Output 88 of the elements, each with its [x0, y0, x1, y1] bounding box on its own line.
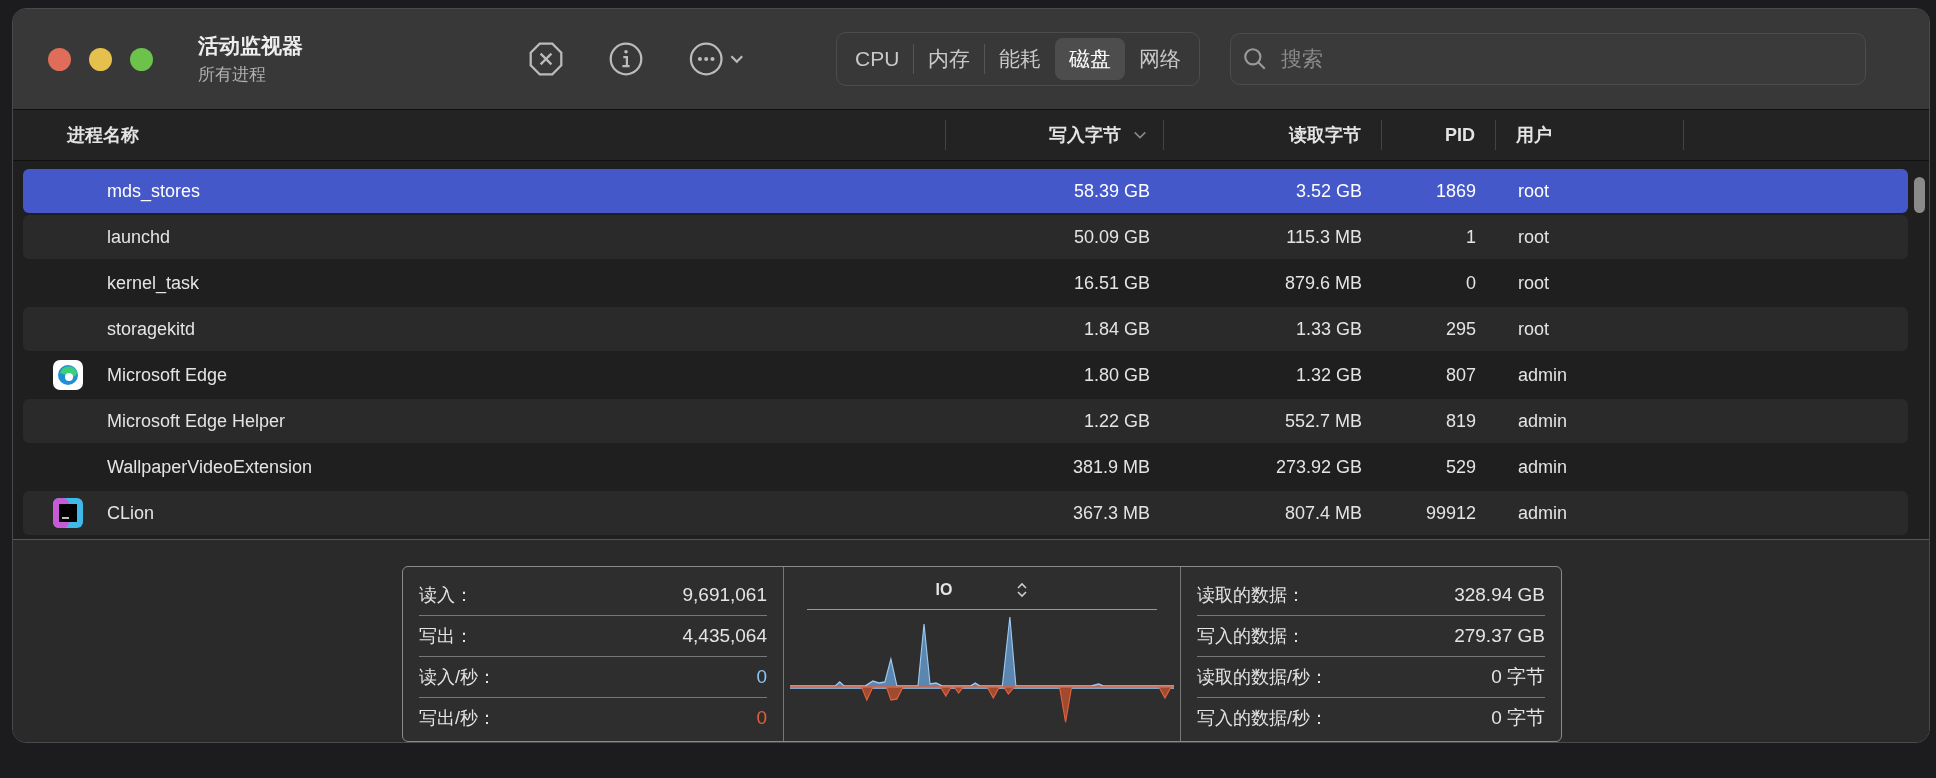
chart-title[interactable]: IO: [935, 581, 953, 599]
process-row[interactable]: storagekitd 1.84 GB 1.33 GB 295 root: [23, 307, 1908, 351]
up-down-chevron-icon[interactable]: [1016, 581, 1029, 599]
window-title: 活动监视器: [198, 33, 304, 59]
minimize-button[interactable]: [89, 47, 112, 71]
table-cell: 367.3 MB: [1072, 502, 1150, 524]
process-row[interactable]: WallpaperVideoExtension 381.9 MB 273.92 GB 529 admin: [23, 445, 1908, 489]
process-row[interactable]: launchd 50.09 GB 115.3 MB 1 root: [23, 215, 1908, 259]
tab[interactable]: 网络: [1125, 38, 1196, 80]
table-cell: 50.09 GB: [1073, 226, 1150, 248]
column-header[interactable]: 进程名称: [67, 123, 139, 147]
table-cell: admin: [1518, 502, 1568, 524]
sort-chevron-icon[interactable]: [1133, 130, 1147, 140]
table-cell: admin: [1518, 364, 1568, 386]
table-cell: root: [1518, 318, 1550, 340]
column-header[interactable]: 写入字节: [1049, 123, 1121, 147]
tab[interactable]: 磁盘: [1055, 38, 1126, 80]
table-cell: 99912: [1425, 502, 1476, 524]
table-cell: root: [1518, 226, 1550, 248]
table-cell: 16.51 GB: [1073, 272, 1150, 294]
stat-value: 279.37 GB: [1454, 625, 1545, 647]
table-cell: 529: [1445, 456, 1476, 478]
stat-value: 0: [756, 666, 767, 688]
stat-label: 读取的数据/秒：: [1197, 666, 1328, 689]
table-cell: 0: [1466, 272, 1476, 294]
tab[interactable]: CPU: [841, 38, 914, 80]
stat-label: 写出：: [419, 625, 473, 648]
close-button[interactable]: [48, 47, 71, 71]
stat-value: 4,435,064: [682, 625, 767, 647]
table-cell: admin: [1518, 410, 1568, 432]
table-cell: 1.22 GB: [1083, 410, 1150, 432]
process-name: kernel_task: [107, 272, 200, 294]
stat-value: 0 字节: [1491, 706, 1545, 730]
app-icon: [52, 359, 84, 391]
process-name: storagekitd: [107, 318, 196, 340]
process-row[interactable]: Microsoft Edge Helper 1.22 GB 552.7 MB 819 admin: [23, 399, 1908, 443]
table-cell: 1: [1466, 226, 1476, 248]
process-name: Microsoft Edge Helper: [107, 410, 286, 432]
table-cell: 115.3 MB: [1286, 226, 1362, 248]
table-cell: root: [1518, 180, 1550, 202]
column-header[interactable]: 读取字节: [1289, 123, 1361, 147]
stat-value: 0 字节: [1491, 665, 1545, 689]
app-icon: [52, 497, 84, 529]
process-name: launchd: [107, 226, 171, 248]
table-cell: 3.52 GB: [1295, 180, 1362, 202]
process-row[interactable]: CLion 367.3 MB 807.4 MB 99912 admin: [23, 491, 1908, 535]
table-cell: 552.7 MB: [1284, 410, 1362, 432]
table-cell: 1.33 GB: [1295, 318, 1362, 340]
process-name: Microsoft Edge: [107, 364, 228, 386]
column-header[interactable]: 用户: [1516, 123, 1552, 147]
table-cell: 819: [1445, 410, 1476, 432]
table-cell: 1869: [1435, 180, 1476, 202]
stat-label: 写出/秒：: [419, 707, 496, 730]
column-header[interactable]: PID: [1445, 124, 1475, 146]
process-row[interactable]: Microsoft Edge 1.80 GB 1.32 GB 807 admin: [23, 353, 1908, 397]
table-cell: 273.92 GB: [1275, 456, 1362, 478]
process-name: CLion: [107, 502, 155, 524]
stat-value: 328.94 GB: [1454, 584, 1545, 606]
more-menu-icon[interactable]: [688, 41, 746, 77]
stop-process-icon[interactable]: [528, 41, 564, 77]
zoom-button[interactable]: [130, 47, 153, 71]
stat-label: 写入的数据/秒：: [1197, 707, 1328, 730]
table-cell: 807.4 MB: [1284, 502, 1362, 524]
stat-label: 读入：: [419, 584, 473, 607]
tab[interactable]: 内存: [914, 38, 985, 80]
table-cell: root: [1518, 272, 1550, 294]
window-subtitle: 所有进程: [198, 64, 267, 86]
table-cell: 58.39 GB: [1073, 180, 1150, 202]
table-cell: 381.9 MB: [1072, 456, 1150, 478]
table-cell: 1.80 GB: [1083, 364, 1150, 386]
search-field[interactable]: 搜索: [1230, 33, 1867, 85]
process-row[interactable]: kernel_task 16.51 GB 879.6 MB 0 root: [23, 261, 1908, 305]
table-cell: 1.84 GB: [1083, 318, 1150, 340]
table-cell: 295: [1445, 318, 1476, 340]
stat-value: 0: [756, 707, 767, 729]
process-name: mds_stores: [107, 180, 201, 202]
info-icon[interactable]: [608, 41, 644, 77]
process-row[interactable]: mds_stores 58.39 GB 3.52 GB 1869 root: [23, 169, 1908, 213]
table-cell: 807: [1445, 364, 1476, 386]
stat-label: 写入的数据：: [1197, 625, 1305, 648]
stat-label: 读入/秒：: [419, 666, 496, 689]
table-cell: admin: [1518, 456, 1568, 478]
stat-value: 9,691,061: [682, 584, 767, 606]
process-name: WallpaperVideoExtension: [107, 456, 313, 478]
table-cell: 1.32 GB: [1295, 364, 1362, 386]
table-cell: 879.6 MB: [1284, 272, 1362, 294]
stat-label: 读取的数据：: [1197, 584, 1305, 607]
tab[interactable]: 能耗: [985, 38, 1056, 80]
